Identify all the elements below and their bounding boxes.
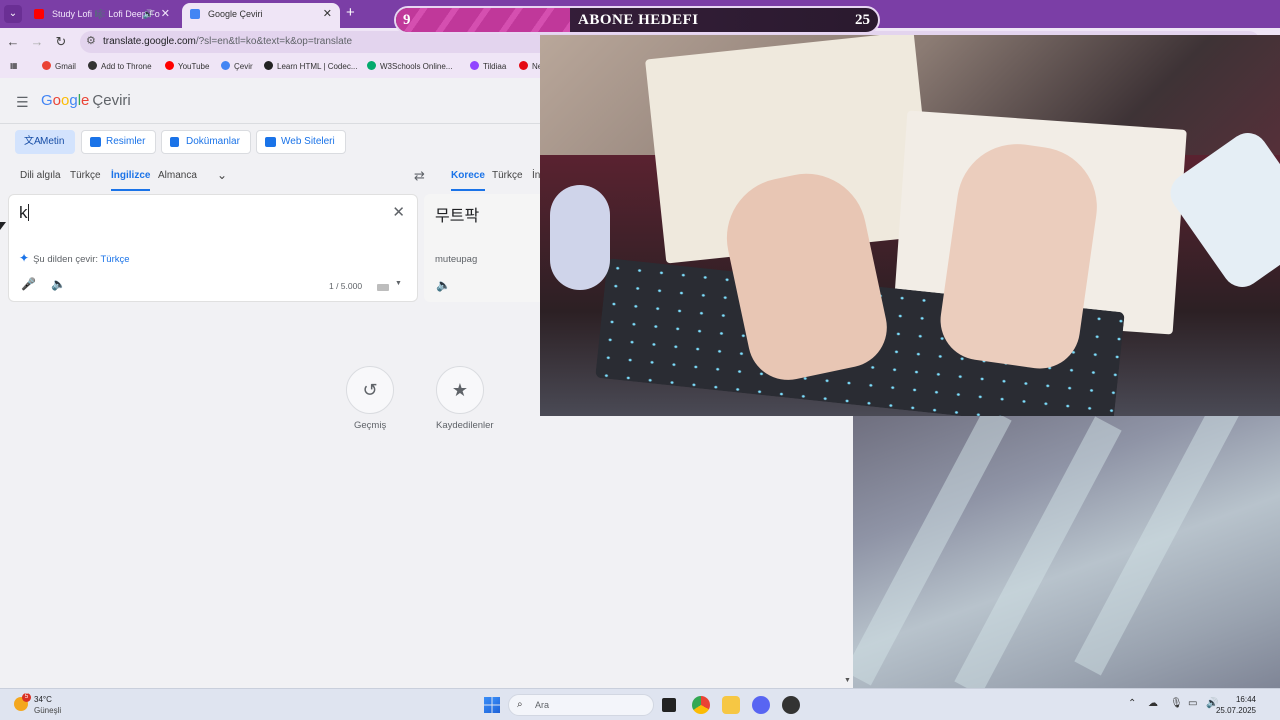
- goal-target: 25: [855, 12, 870, 28]
- detected-language-suggestion[interactable]: ✦ Şu dilden çevir: Türkçe: [19, 251, 130, 265]
- source-lang-english[interactable]: İngilizce: [111, 170, 151, 191]
- microphone-tray-icon[interactable]: 🎙: [1170, 698, 1183, 709]
- translate-favicon-icon: [190, 9, 200, 19]
- site-info-icon[interactable]: ⚙: [86, 34, 96, 47]
- webcam-overlay: [540, 35, 1280, 416]
- temperature: 34°C: [34, 695, 52, 704]
- text-translate-icon: 文A: [24, 136, 41, 147]
- target-lang-turkish[interactable]: Türkçe: [492, 170, 523, 181]
- clock-time: 16:44: [1235, 695, 1256, 704]
- chrome-icon[interactable]: [692, 696, 710, 714]
- tab-audio-icon[interactable]: 🔊: [143, 3, 154, 25]
- close-tab-icon[interactable]: ✕: [161, 3, 170, 25]
- apps-grid-icon[interactable]: ▦: [10, 61, 18, 70]
- mode-text-button[interactable]: 文A Metin: [15, 130, 76, 154]
- source-lang-turkish[interactable]: Türkçe: [70, 170, 101, 181]
- star-icon: ★: [451, 380, 469, 400]
- clock-date: 25.07.2025: [1215, 706, 1256, 715]
- bookmark-w3schools[interactable]: W3Schools Online...: [367, 61, 452, 71]
- bookmark-codecademy[interactable]: Learn HTML | Codec...: [264, 61, 357, 71]
- google-translate-logo[interactable]: Google Çeviri: [41, 92, 131, 109]
- system-clock[interactable]: 16:44 25.07.2025: [1216, 694, 1256, 716]
- document-icon: [170, 137, 179, 147]
- transliteration: muteupag: [435, 254, 478, 265]
- character-count: 1 / 5.000: [329, 281, 363, 291]
- keyboard-icon[interactable]: [377, 284, 389, 291]
- tab-search-button[interactable]: ⌄: [4, 5, 22, 23]
- target-text-panel: 무트팍 muteupag 🔈: [424, 194, 540, 302]
- sparkle-icon: ✦: [19, 251, 30, 265]
- image-icon: [90, 137, 101, 147]
- listen-translation-icon[interactable]: 🔈: [436, 278, 451, 292]
- translate-header: ☰ Google Çeviri: [0, 78, 540, 124]
- mode-images-button[interactable]: Resimler: [81, 130, 157, 154]
- source-lang-german[interactable]: Almanca: [158, 170, 197, 181]
- task-view-icon[interactable]: [662, 698, 676, 712]
- source-lang-more-chevron-icon[interactable]: ⌄: [217, 168, 227, 182]
- goal-progress-fill: [396, 8, 570, 32]
- windows-taskbar: 5 34°C Güneşli ⌕ Ara ⌃ ☁ 🎙 ▭ 🔊 16:44 25.…: [0, 688, 1280, 720]
- mode-documents-button[interactable]: Dokümanlar: [161, 130, 251, 154]
- show-hidden-icons-icon[interactable]: ⌃: [1128, 698, 1136, 709]
- computer-mouse: [550, 185, 610, 290]
- youtube-favicon-icon: [34, 9, 44, 19]
- history-label: Geçmiş: [354, 420, 387, 431]
- search-placeholder: Ara: [535, 700, 550, 710]
- forward-arrow-icon[interactable]: →: [28, 32, 46, 52]
- notification-badge: 5: [22, 693, 31, 702]
- network-icon[interactable]: ☁: [1148, 698, 1158, 709]
- source-text-input[interactable]: k: [19, 203, 29, 223]
- bookmark-throne[interactable]: Add to Throne: [88, 61, 152, 71]
- bookmark-gmail[interactable]: Gmail: [42, 61, 76, 71]
- windows-start-icon-part[interactable]: [492, 697, 500, 713]
- anime-artwork-overlay: [853, 416, 1280, 688]
- source-text-panel: k ✕ ✦ Şu dilden çevir: Türkçe 🎤 🔈 1 / 5.0…: [8, 194, 418, 302]
- clear-text-icon[interactable]: ✕: [392, 203, 405, 221]
- close-tab-icon[interactable]: ✕: [323, 3, 332, 25]
- goal-current: 9: [403, 12, 411, 28]
- saved-label: Kaydedilenler: [436, 420, 494, 431]
- subscriber-goal-bar: 9 ABONE HEDEFI 25: [394, 6, 880, 34]
- source-lang-detect[interactable]: Dili algıla: [20, 170, 61, 181]
- display-icon[interactable]: ▭: [1188, 698, 1197, 709]
- swap-languages-icon[interactable]: ⇄: [414, 168, 425, 184]
- listen-source-icon[interactable]: 🔈: [51, 277, 66, 291]
- history-icon: ↺: [362, 380, 378, 400]
- url-text: translate.google.com/?sl=en&tl=ko&text=k…: [103, 36, 353, 47]
- scroll-down-arrow-icon[interactable]: ▼: [844, 677, 851, 684]
- bookmark-youtube[interactable]: YouTube: [165, 61, 209, 71]
- saved-button[interactable]: ★: [436, 366, 484, 414]
- taskbar-search[interactable]: ⌕ Ara: [508, 694, 654, 716]
- microphone-icon[interactable]: 🎤: [21, 277, 36, 291]
- file-explorer-icon[interactable]: [722, 696, 740, 714]
- mouse-pointer-icon: [0, 222, 6, 230]
- back-arrow-icon[interactable]: ←: [4, 32, 22, 52]
- tab-lofi[interactable]: Study Lofi 🎼 Lofi Deep Fo 🔊 ✕: [26, 3, 178, 28]
- discord-icon[interactable]: [752, 696, 770, 714]
- search-icon: ⌕: [517, 699, 523, 710]
- mode-websites-button[interactable]: Web Siteleri: [256, 130, 346, 154]
- goal-title: ABONE HEDEFI: [578, 12, 699, 28]
- bookmark-tildiaa[interactable]: Tildiaa: [470, 61, 506, 71]
- tab-title: Google Çeviri: [208, 9, 263, 19]
- bookmark-ne[interactable]: Ne: [519, 61, 542, 71]
- translated-text: 무트팍: [435, 208, 480, 225]
- website-icon: [265, 137, 276, 147]
- reload-icon[interactable]: ↻: [52, 32, 70, 52]
- tab-google-translate[interactable]: Google Çeviri ✕: [182, 3, 340, 28]
- bookmark-cevir[interactable]: Çevir: [221, 61, 253, 71]
- main-menu-icon[interactable]: ☰: [16, 94, 29, 111]
- obs-icon[interactable]: [782, 696, 800, 714]
- target-lang-korean[interactable]: Korece: [451, 170, 485, 191]
- weather-condition: Güneşli: [34, 706, 62, 715]
- history-button[interactable]: ↺: [346, 366, 394, 414]
- text-caret: [27, 204, 29, 221]
- new-tab-button[interactable]: +: [346, 3, 355, 23]
- keyboard-dropdown-icon[interactable]: ▼: [395, 280, 402, 287]
